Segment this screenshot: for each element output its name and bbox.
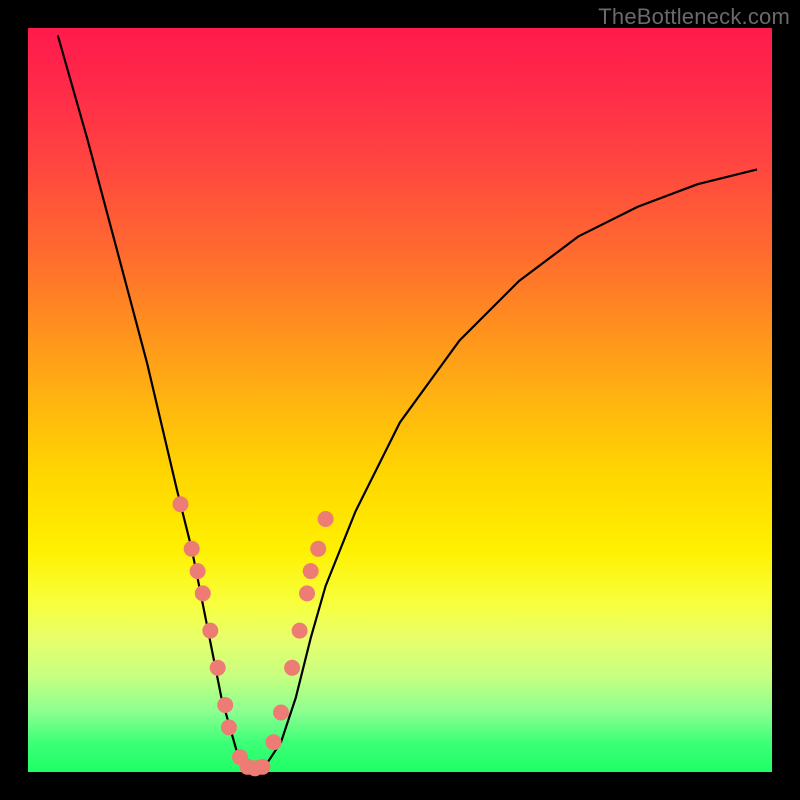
chart-frame: TheBottleneck.com <box>0 0 800 800</box>
curve-marker <box>254 759 270 775</box>
curve-marker <box>221 719 237 735</box>
bottleneck-curve <box>58 35 757 768</box>
curve-marker <box>210 660 226 676</box>
curve-marker <box>292 623 308 639</box>
curve-marker <box>310 541 326 557</box>
curve-marker <box>202 623 218 639</box>
bottleneck-curve-svg <box>28 28 772 772</box>
curve-marker <box>217 697 233 713</box>
curve-marker <box>190 563 206 579</box>
curve-marker <box>184 541 200 557</box>
curve-marker <box>318 511 334 527</box>
curve-marker <box>299 585 315 601</box>
curve-marker <box>266 734 282 750</box>
plot-area <box>28 28 772 772</box>
curve-marker <box>195 585 211 601</box>
curve-marker <box>284 660 300 676</box>
curve-marker <box>273 705 289 721</box>
curve-marker <box>173 496 189 512</box>
curve-marker <box>303 563 319 579</box>
watermark-text: TheBottleneck.com <box>598 4 790 30</box>
marker-group <box>173 496 334 776</box>
